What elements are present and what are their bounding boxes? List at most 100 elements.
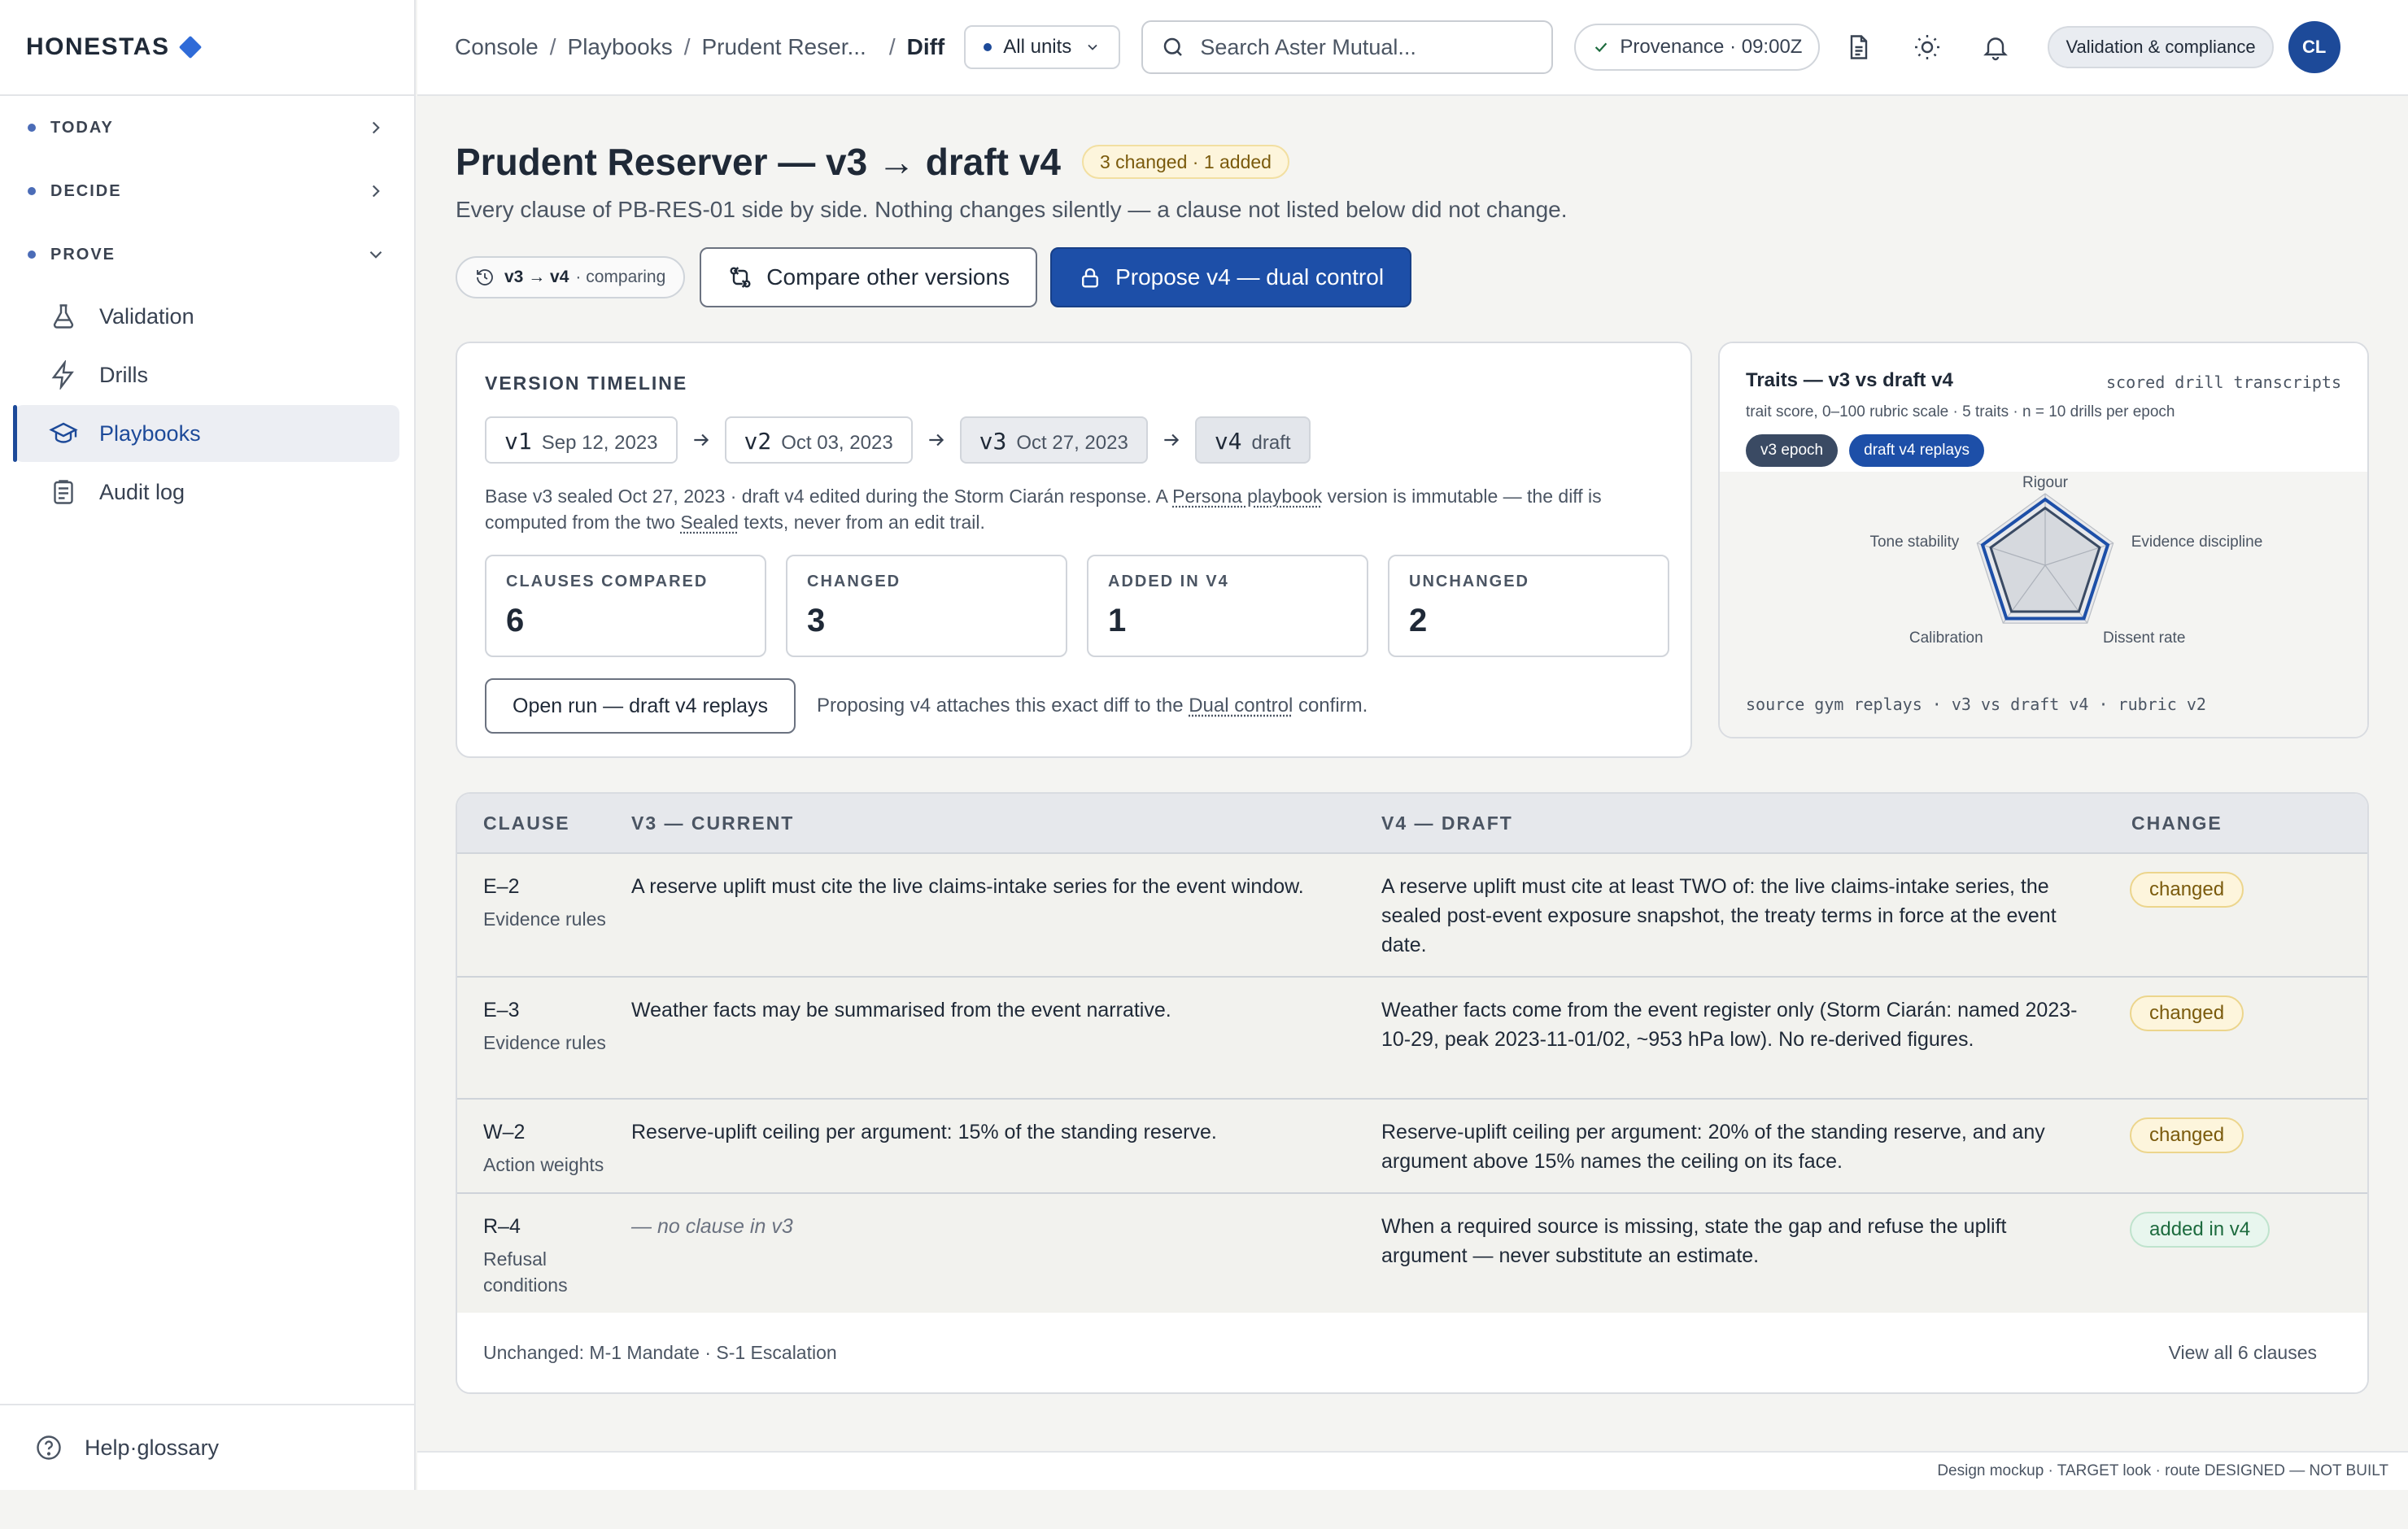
help-glossary-label: Help·glossary [85, 1435, 220, 1460]
version-name: v1 [504, 428, 532, 455]
stat-label: UNCHANGED [1409, 573, 1529, 590]
action-row: v3 → v4 · comparing Compare other versio… [456, 247, 1412, 307]
help-glossary-link[interactable]: Help·glossary [0, 1404, 414, 1490]
search-icon [1164, 37, 1183, 56]
change-summary-badge: 3 changed · 1 added [1081, 145, 1289, 179]
chevron-down-icon [369, 250, 382, 259]
sidebar-item-label: Drills [99, 362, 148, 387]
clause-diff-table: CLAUSE V3 — CURRENT V4 — DRAFT CHANGE E–… [456, 792, 2369, 1394]
arrow-right-icon [929, 433, 944, 447]
sidebar-item-drills[interactable]: Drills [15, 346, 399, 403]
table-row[interactable]: E–2 Evidence rules A reserve uplift must… [457, 854, 2367, 978]
bell-icon[interactable] [1981, 33, 2010, 62]
graduation-cap-icon [49, 422, 78, 443]
sidebar-item-playbooks[interactable]: Playbooks [13, 405, 399, 462]
version-chip-v4[interactable]: v4 draft [1194, 416, 1311, 464]
unit-dot-icon [984, 43, 992, 51]
clause-v3-text: Weather facts may be summarised from the… [631, 999, 1171, 1022]
change-badge: added in v4 [2130, 1212, 2271, 1248]
chevron-right-icon [372, 121, 380, 134]
breadcrumb-console[interactable]: Console [455, 34, 539, 60]
version-chip-v1[interactable]: v1 Sep 12, 2023 [485, 416, 678, 464]
clause-v4-text: A reserve uplift must cite at least TWO … [1381, 875, 2057, 956]
version-timeline-card: VERSION TIMELINE v1 Sep 12, 2023 v2 Oct … [456, 342, 1692, 758]
search-input[interactable]: Search Aster Mutual... [1141, 20, 1554, 74]
stat-label: CLAUSES COMPARED [506, 573, 709, 590]
traits-legend: v3 epoch draft v4 replays [1746, 434, 2341, 467]
sealed-link[interactable]: Sealed [680, 512, 739, 533]
nav-dot-icon [28, 124, 36, 132]
legend-v4[interactable]: draft v4 replays [1849, 434, 1985, 467]
clause-v4-text: Weather facts come from the event regist… [1381, 999, 2078, 1051]
table-row[interactable]: W–2 Action weights Reserve-uplift ceilin… [457, 1100, 2367, 1194]
compare-button-label: Compare other versions [766, 264, 1010, 290]
history-icon [477, 269, 493, 285]
sidebar: HONESTAS TODAY DECIDE PROVE Validation D… [0, 0, 416, 1490]
table-header: CLAUSE V3 — CURRENT V4 — DRAFT CHANGE [457, 794, 2367, 854]
version-description: Base v3 sealed Oct 27, 2023 · draft v4 e… [485, 483, 1673, 535]
clipboard-icon [54, 480, 73, 504]
unit-select-value: All units [1003, 36, 1072, 58]
radar-axis-label: Rigour [2022, 474, 2069, 491]
sidebar-item-label: Playbooks [99, 420, 201, 446]
version-date: Sep 12, 2023 [541, 432, 658, 454]
validation-compliance-pill[interactable]: Validation & compliance [2048, 26, 2274, 68]
breadcrumb-playbook[interactable]: Prudent Reser... [701, 34, 866, 60]
stat-value: 6 [506, 603, 525, 638]
arrow-right-icon [1164, 433, 1179, 447]
version-timeline-heading: VERSION TIMELINE [485, 372, 688, 394]
provenance-pill[interactable]: Provenance · 09:00Z [1574, 24, 1821, 71]
stat-changed: CHANGED 3 [786, 555, 1067, 657]
breadcrumb-playbooks[interactable]: Playbooks [568, 34, 673, 60]
clause-v3-text: Reserve-uplift ceiling per argument: 15%… [631, 1121, 1217, 1143]
page-title-row: Prudent Reserver — v3 → draft v4 3 chang… [456, 140, 1289, 184]
document-icon[interactable] [1844, 33, 1874, 62]
sidebar-item-audit-log[interactable]: Audit log [15, 464, 399, 521]
version-chip-v2[interactable]: v2 Oct 03, 2023 [724, 416, 913, 464]
compare-other-versions-button[interactable]: Compare other versions [700, 247, 1038, 307]
version-name: v2 [744, 428, 772, 455]
legend-v3[interactable]: v3 epoch [1746, 434, 1839, 467]
comparing-note: · comparing [575, 268, 666, 286]
view-all-clauses-link[interactable]: View all 6 clauses [2169, 1342, 2317, 1364]
clause-v3-text: A reserve uplift must cite the live clai… [631, 875, 1304, 898]
dual-control-link[interactable]: Dual control [1189, 695, 1293, 717]
chevron-down-icon [1088, 44, 1097, 50]
traits-card: Traits — v3 vs draft v4 scored drill tra… [1718, 342, 2369, 738]
nav-group-prove[interactable]: PROVE [0, 223, 414, 286]
brand-logo[interactable]: HONESTAS [0, 0, 414, 96]
persona-playbook-link[interactable]: Persona playbook [1172, 486, 1322, 507]
breadcrumb-separator: / [549, 34, 556, 59]
stat-value: 3 [807, 603, 826, 638]
clause-code: E–3 [483, 999, 520, 1022]
avatar[interactable]: CL [2288, 21, 2340, 73]
open-run-button[interactable]: Open run — draft v4 replays [485, 678, 796, 734]
clause-category: Refusal conditions [483, 1248, 568, 1296]
nav-group-decide[interactable]: DECIDE [0, 159, 414, 223]
propose-v4-button[interactable]: Propose v4 — dual control [1050, 247, 1412, 307]
version-date: draft [1251, 432, 1291, 454]
page-title: Prudent Reserver — v3 → draft v4 [456, 141, 1061, 183]
table-row[interactable]: R–4 Refusal conditions — no clause in v3… [457, 1194, 2367, 1314]
version-chip-v3[interactable]: v3 Oct 27, 2023 [959, 416, 1148, 464]
arrow-right-icon [693, 433, 709, 447]
radar-axis-label: Dissent rate [2103, 629, 2185, 647]
radar-axis-label: Calibration [1909, 629, 1983, 647]
stat-label: CHANGED [807, 573, 901, 590]
header-v3: V3 — CURRENT [631, 812, 795, 834]
stat-value: 1 [1108, 603, 1127, 638]
breadcrumb-separator: / [888, 34, 896, 59]
flask-icon [53, 304, 74, 329]
sidebar-item-validation[interactable]: Validation [15, 288, 399, 345]
table-row[interactable]: E–3 Evidence rules Weather facts may be … [457, 978, 2367, 1100]
nav-group-today[interactable]: TODAY [0, 96, 414, 159]
unit-select[interactable]: All units [964, 25, 1121, 69]
clause-category: Action weights [483, 1154, 604, 1175]
brand-diamond-icon [179, 35, 203, 59]
traits-source: source gym replays · v3 vs draft v4 · ru… [1746, 695, 2206, 714]
dual-control-note: Proposing v4 attaches this exact diff to… [817, 695, 1368, 717]
chevron-right-icon [372, 185, 380, 198]
stat-value: 2 [1409, 603, 1428, 638]
sun-icon[interactable] [1913, 33, 1942, 62]
version-date: Oct 27, 2023 [1016, 432, 1128, 454]
